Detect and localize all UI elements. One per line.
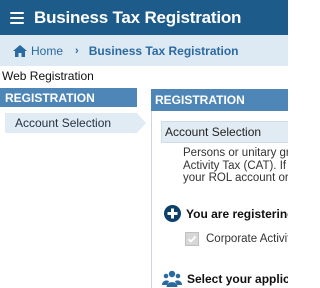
app-header: Business Tax Registration [0, 0, 288, 35]
chevron-right-icon: › [75, 44, 79, 57]
menu-icon[interactable] [10, 11, 24, 24]
description-line: your ROL account or [183, 172, 288, 184]
section-label: Web Registration [2, 69, 94, 83]
sidebar-active-pointer [137, 113, 146, 133]
home-icon [13, 44, 27, 57]
description-text: Persons or unitary gr Activity Tax (CAT)… [183, 147, 288, 185]
plus-circle-icon[interactable] [164, 205, 181, 222]
breadcrumb: Home › Business Tax Registration [0, 35, 288, 66]
registering-label: You are registering [186, 206, 288, 221]
corporate-activity-option[interactable]: Corporate Activity [185, 232, 288, 246]
page: Business Tax Registration Home › Busines… [0, 0, 288, 288]
applicant-label: Select your applican [187, 272, 288, 286]
checkmark-icon [187, 235, 197, 243]
main-subheader: Account Selection [161, 121, 288, 143]
corporate-activity-label: Corporate Activity [206, 233, 288, 245]
applicant-section: Select your applican [162, 270, 288, 288]
app-title: Business Tax Registration [34, 7, 242, 27]
breadcrumb-current: Business Tax Registration [88, 43, 239, 58]
description-line: Persons or unitary gr [183, 147, 288, 159]
sidebar-header: REGISTRATION [0, 88, 137, 107]
sidebar-item-label: Account Selection [15, 116, 112, 130]
registering-section[interactable]: You are registering [164, 205, 288, 222]
corporate-activity-checkbox[interactable] [185, 232, 199, 246]
people-icon [162, 270, 182, 287]
sidebar-item-account-selection[interactable]: Account Selection [5, 113, 137, 133]
main-panel-header: REGISTRATION [151, 89, 288, 111]
breadcrumb-home-link[interactable]: Home [13, 44, 63, 58]
main-panel: Account Selection Persons or unitary gr … [151, 111, 288, 288]
breadcrumb-home-label: Home [31, 43, 64, 58]
description-line: Activity Tax (CAT). If y [183, 159, 288, 172]
